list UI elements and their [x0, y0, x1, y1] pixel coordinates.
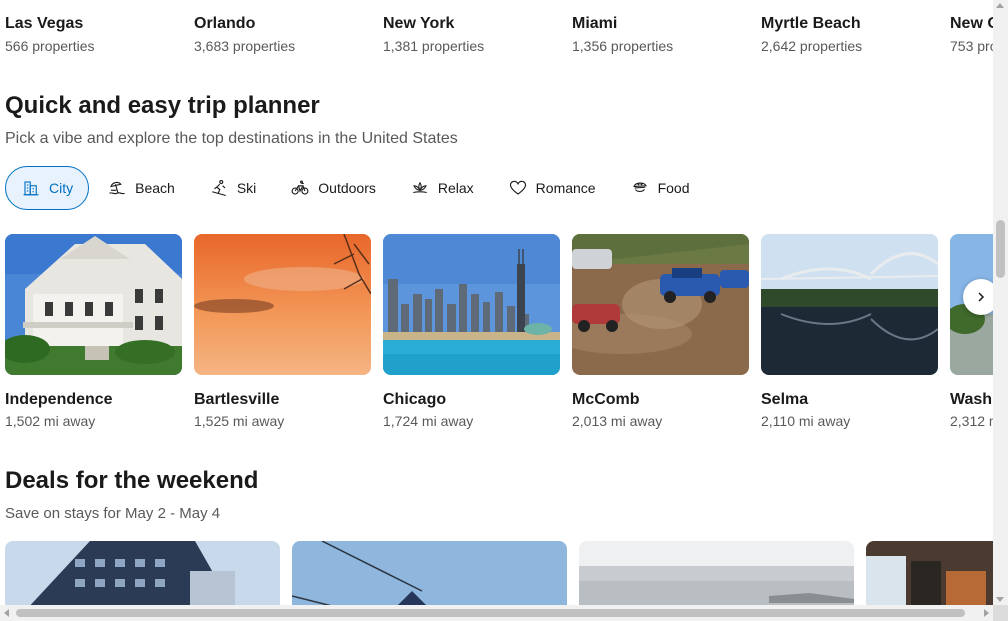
chip-ski[interactable]: Ski: [194, 166, 272, 210]
trip-planner-title: Quick and easy trip planner: [5, 92, 320, 119]
destination-photo: [761, 234, 938, 375]
deals-cards: [5, 541, 993, 605]
destination-name: Las Vegas: [5, 15, 84, 32]
carousel-next-button[interactable]: [963, 279, 993, 315]
card-title: Selma: [761, 391, 809, 408]
vibe-chips: City Beach Ski Outdoors Relax Romance Fo…: [5, 166, 709, 210]
chip-label: Ski: [236, 180, 257, 196]
vertical-scrollbar[interactable]: [993, 0, 1008, 605]
top-destinations-row: Las Vegas 566 properties Orlando 3,683 p…: [5, 14, 993, 58]
card-title: Chicago: [383, 391, 447, 408]
card-distance: 1,724 mi away: [383, 413, 474, 429]
card-distance: 1,502 mi away: [5, 413, 96, 429]
destination-count: 2,642 properties: [761, 38, 863, 54]
chip-romance[interactable]: Romance: [493, 166, 612, 210]
card-bartlesville[interactable]: Bartlesville 1,525 mi away: [194, 234, 371, 430]
deal-card[interactable]: [5, 541, 280, 605]
card-selma[interactable]: Selma 2,110 mi away: [761, 234, 938, 430]
food-icon: [632, 182, 647, 193]
destination-name: Orlando: [194, 15, 256, 32]
scroll-left-arrow-icon[interactable]: [4, 609, 9, 617]
card-title: Independence: [5, 391, 113, 408]
chevron-right-icon: [978, 292, 985, 302]
destination-photo: [5, 234, 182, 375]
chip-label: Romance: [535, 180, 596, 196]
destination-myrtle-beach[interactable]: Myrtle Beach 2,642 properties: [761, 14, 941, 55]
destination-miami[interactable]: Miami 1,356 properties: [572, 14, 752, 55]
scroll-right-arrow-icon[interactable]: [984, 609, 989, 617]
scrollbar-corner: [993, 605, 1008, 621]
destination-name: New O: [950, 15, 993, 32]
destination-name: New York: [383, 15, 455, 32]
deals-subtitle: Save on stays for May 2 - May 4: [5, 505, 221, 522]
deals-title: Deals for the weekend: [5, 467, 259, 494]
card-title: Washi: [950, 391, 993, 408]
destination-name: Miami: [572, 15, 618, 32]
page-viewport: Las Vegas 566 properties Orlando 3,683 p…: [0, 0, 993, 605]
destination-count: 1,356 properties: [572, 38, 674, 54]
vibe-destination-cards: Independence 1,502 mi away Bartlesville …: [5, 234, 993, 434]
chip-label: Relax: [437, 180, 474, 196]
ski-icon: [211, 179, 226, 197]
card-washington[interactable]: Washi 2,312 m: [950, 234, 993, 430]
card-chicago[interactable]: Chicago 1,724 mi away: [383, 234, 560, 430]
trip-planner-subtitle: Pick a vibe and explore the top destinat…: [5, 130, 458, 147]
vertical-scroll-thumb[interactable]: [996, 220, 1005, 278]
destination-photo: [572, 234, 749, 375]
card-distance: 2,110 mi away: [761, 413, 851, 429]
card-title: McComb: [572, 391, 640, 408]
chip-outdoors[interactable]: Outdoors: [275, 166, 392, 210]
card-distance: 2,312 m: [950, 413, 993, 429]
destination-count: 753 pro: [950, 38, 993, 54]
scroll-up-arrow-icon[interactable]: [996, 3, 1004, 8]
chip-beach[interactable]: Beach: [92, 166, 191, 210]
destination-photo: [194, 234, 371, 375]
horizontal-scroll-thumb[interactable]: [16, 609, 965, 617]
destination-count: 3,683 properties: [194, 38, 296, 54]
destination-count: 1,381 properties: [383, 38, 485, 54]
card-distance: 1,525 mi away: [194, 413, 285, 429]
horizontal-scrollbar[interactable]: [0, 605, 993, 621]
deal-card[interactable]: [579, 541, 854, 605]
destination-count: 566 properties: [5, 38, 95, 54]
destination-new-york[interactable]: New York 1,381 properties: [383, 14, 563, 55]
card-independence[interactable]: Independence 1,502 mi away: [5, 234, 182, 430]
chip-label: Outdoors: [318, 180, 376, 196]
deal-card[interactable]: [866, 541, 993, 605]
destination-las-vegas[interactable]: Las Vegas 566 properties: [5, 14, 185, 55]
beach-icon: [109, 181, 125, 195]
card-distance: 2,013 mi away: [572, 413, 663, 429]
city-icon: [23, 181, 39, 196]
chip-label: City: [49, 180, 74, 196]
scroll-down-arrow-icon[interactable]: [996, 597, 1004, 602]
deal-card[interactable]: [292, 541, 567, 605]
chip-relax[interactable]: Relax: [395, 166, 490, 210]
chip-city[interactable]: City: [5, 166, 90, 210]
card-title: Bartlesville: [194, 391, 280, 408]
destination-photo: [383, 234, 560, 375]
lotus-icon: [413, 181, 427, 194]
destination-name: Myrtle Beach: [761, 15, 861, 32]
heart-icon: [509, 180, 526, 195]
chip-label: Food: [657, 180, 690, 196]
chip-food[interactable]: Food: [615, 166, 706, 210]
card-mccomb[interactable]: McComb 2,013 mi away: [572, 234, 749, 430]
destination-orlando[interactable]: Orlando 3,683 properties: [194, 14, 374, 55]
destination-new-orleans[interactable]: New O 753 pro: [950, 14, 993, 55]
chip-label: Beach: [135, 180, 175, 196]
bicycle-icon: [291, 180, 309, 195]
